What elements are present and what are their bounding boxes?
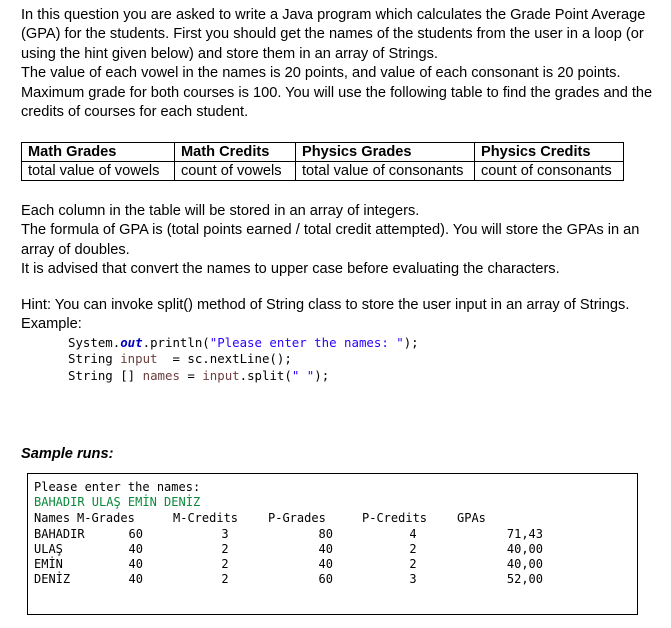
grading-table: Math Grades Math Credits Physics Grades … (21, 142, 624, 181)
code-token: System. (68, 335, 121, 350)
code-token: " " (291, 367, 315, 383)
table-row: total value of vowels count of vowels to… (21, 161, 624, 181)
row-p-credit: 2 (409, 542, 417, 556)
hint-paragraph: Hint: You can invoke split() method of S… (21, 296, 661, 335)
col-header-p-credits: P-Credits (362, 511, 428, 525)
col-header-names: Names (34, 511, 71, 525)
row-m-grade: 40 (128, 572, 143, 586)
row-gpa: 71,43 (506, 527, 543, 541)
code-token: .println( (142, 335, 210, 350)
code-token: names (142, 367, 180, 383)
code-token: = sc.nextLine(); (157, 351, 292, 367)
code-line-2: String input = sc.nextLine(); (68, 351, 419, 367)
intro-line: using the hint given below) and store th… (21, 45, 438, 62)
console-output: Please enter the names: BAHADIR ULAŞ EMİ… (27, 473, 638, 615)
row-name: ULAŞ (34, 542, 63, 556)
row-gpa: 40,00 (506, 542, 543, 556)
cell-math-credits: count of vowels (174, 161, 296, 181)
code-token: ); (314, 367, 330, 383)
row-p-credit: 4 (409, 527, 417, 541)
header-math-grades: Math Grades (21, 142, 175, 162)
row-gpa: 40,00 (506, 557, 543, 571)
row-name: BAHADIR (34, 527, 85, 541)
intro-line: The value of each vowel in the names is … (21, 65, 621, 82)
header-physics-grades: Physics Grades (295, 142, 475, 162)
row-m-grade: 40 (128, 557, 143, 571)
row-m-credit: 3 (221, 527, 229, 541)
col-header-m-credits: M-Credits (173, 511, 239, 525)
code-line-3: String [] names = input.split(" "); (68, 368, 419, 384)
cell-math-grades: total value of vowels (21, 161, 175, 181)
code-token: input (120, 351, 158, 367)
code-token: String [] (68, 367, 143, 383)
row-p-grade: 60 (318, 572, 333, 586)
code-token: ); (403, 335, 419, 350)
code-token: input (202, 367, 240, 383)
hint-line: Example: (21, 316, 82, 333)
code-line-1: System.out.println("Please enter the nam… (68, 335, 419, 351)
code-token: = (179, 367, 203, 383)
code-token: out (120, 335, 143, 350)
body-paragraph: Each column in the table will be stored … (21, 202, 661, 280)
body-line: Each column in the table will be stored … (21, 203, 420, 219)
intro-line: credits of courses for each student. (21, 104, 249, 121)
row-name: DENİZ (34, 572, 71, 586)
intro-paragraph: In this question you are asked to write … (21, 6, 661, 122)
body-line: The formula of GPA is (total points earn… (21, 222, 640, 239)
row-m-grade: 40 (128, 542, 143, 556)
col-header-m-grades: M-Grades (77, 511, 135, 525)
cell-physics-credits: count of consonants (474, 161, 624, 181)
body-line: It is advised that convert the names to … (21, 261, 560, 278)
row-m-credit: 2 (221, 557, 229, 571)
intro-line: In this question you are asked to write … (21, 7, 646, 23)
header-math-credits: Math Credits (174, 142, 296, 162)
table-header-row: Math Grades Math Credits Physics Grades … (21, 142, 624, 162)
code-token: String (68, 351, 121, 367)
intro-line: Maximum grade for both courses is 100. Y… (21, 84, 653, 101)
hint-line: Hint: You can invoke split() method of S… (21, 297, 630, 313)
code-example: System.out.println("Please enter the nam… (68, 335, 419, 384)
row-m-grade: 60 (128, 527, 143, 541)
row-p-credit: 3 (409, 572, 417, 586)
header-physics-credits: Physics Credits (474, 142, 624, 162)
row-p-grade: 40 (318, 557, 333, 571)
row-gpa: 52,00 (506, 572, 543, 586)
intro-line: (GPA) for the students. First you should… (21, 26, 644, 43)
col-header-gpas: GPAs (457, 511, 486, 525)
sample-runs-title: Sample runs: (21, 446, 114, 462)
row-p-grade: 40 (318, 542, 333, 556)
code-token: .split( (239, 367, 292, 383)
col-header-p-grades: P-Grades (268, 511, 326, 525)
console-prompt: Please enter the names: (34, 480, 201, 494)
body-line: array of doubles. (21, 241, 130, 258)
row-p-grade: 80 (318, 527, 333, 541)
row-m-credit: 2 (221, 542, 229, 556)
cell-physics-grades: total value of consonants (295, 161, 475, 181)
row-m-credit: 2 (221, 572, 229, 586)
code-token: "Please enter the names: " (209, 335, 404, 350)
row-p-credit: 2 (409, 557, 417, 571)
console-user-input: BAHADIR ULAŞ EMİN DENİZ (34, 495, 201, 509)
row-name: EMİN (34, 557, 63, 571)
